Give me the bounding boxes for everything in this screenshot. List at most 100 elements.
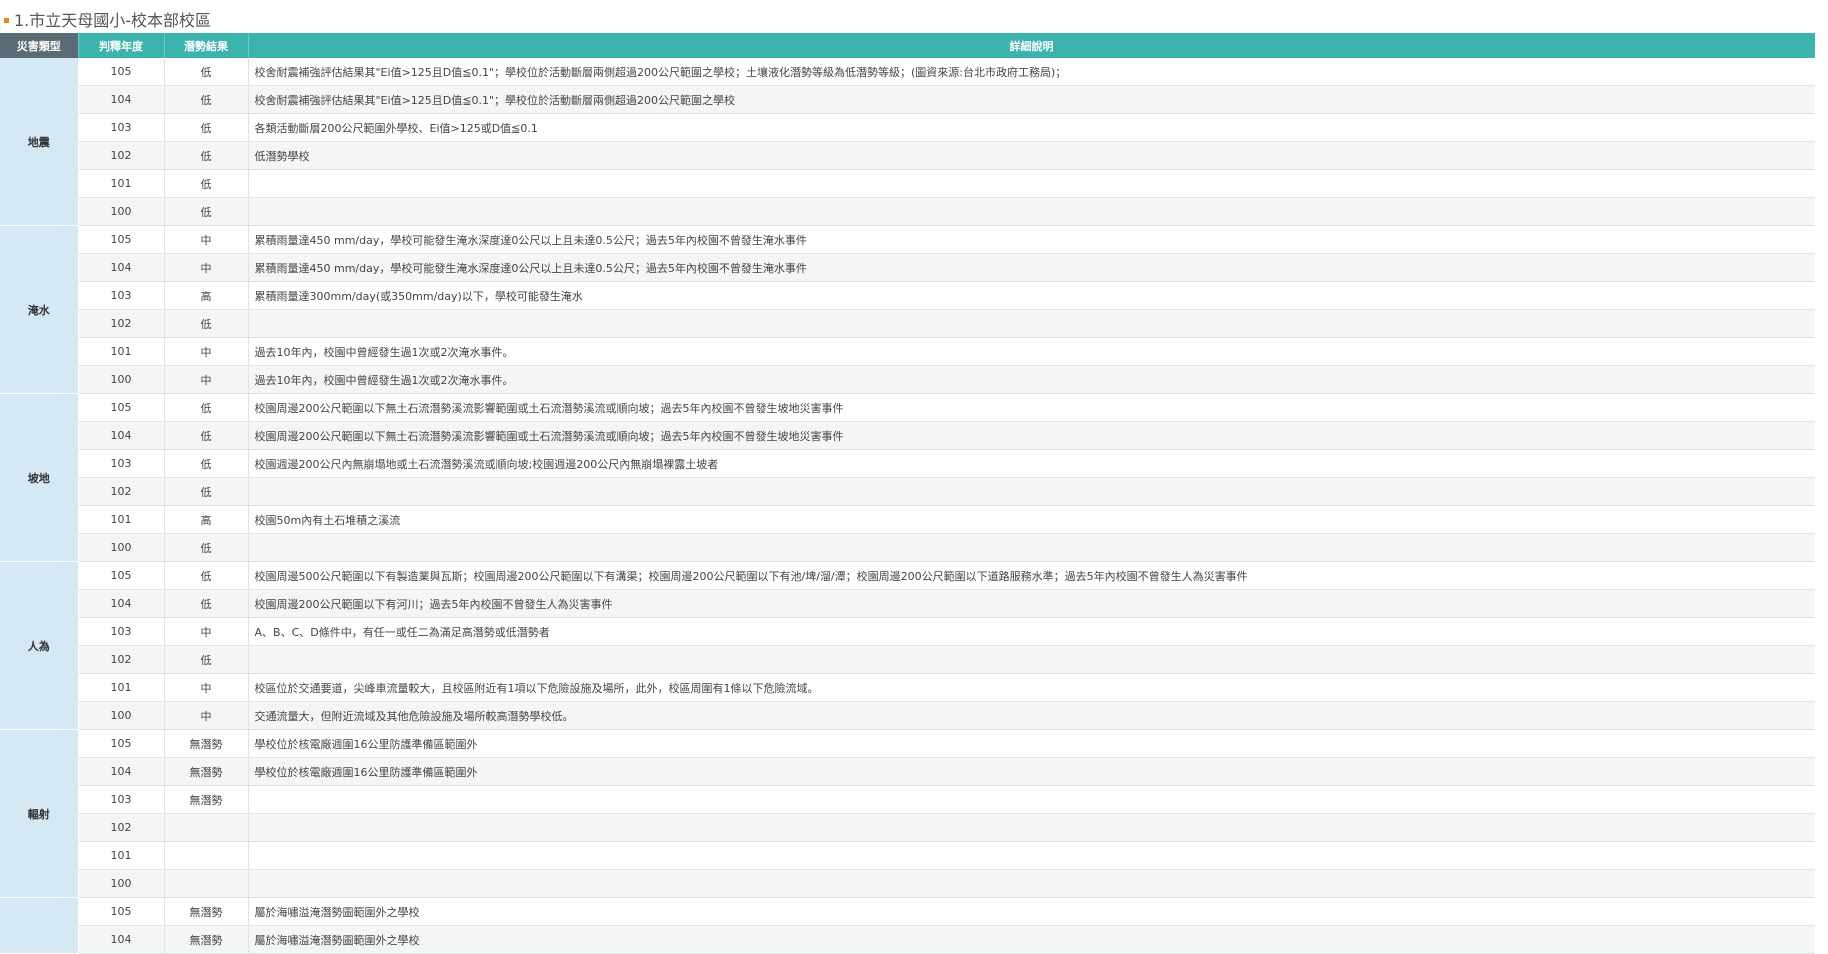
table-row: 105 無潛勢 屬於海嘯溢淹潛勢圖範圍外之學校 (0, 897, 1815, 954)
detail-cell (248, 813, 1815, 842)
table-row: 101 高校園50m內有土石堆積之溪流 (0, 505, 1815, 534)
header-hazard-type: 災害類型 (0, 33, 79, 58)
result-cell: 低 (164, 113, 249, 142)
result-cell: 無潛勢 (164, 729, 249, 758)
result-cell: 低 (164, 421, 249, 450)
table-row: 坡地 105 低校園周邊200公尺範圍以下無土石流潛勢溪流影響範圍或土石流潛勢溪流或… (0, 393, 1815, 562)
result-cell: 低 (164, 393, 249, 422)
table-row: 103 低各類活動斷層200公尺範圍外學校、Ei值>125或D值≦0.1 (0, 113, 1815, 142)
detail-cell: A、B、C、D條件中，有任一或任二為滿足高潛勢或低潛勢者 (248, 617, 1815, 646)
hazard-table-container: 災害類型 判釋年度 潛勢結果 詳細說明 地震 105 低校舍耐震補強評估結果其"Ei… (0, 33, 1815, 954)
year-cell: 102 (78, 813, 165, 842)
result-cell: 無潛勢 (164, 757, 249, 786)
year-cell: 100 (78, 533, 165, 562)
year-cell: 104 (78, 589, 165, 618)
hazard-type-cell: 淹水 (0, 225, 79, 394)
table-row: 102 低 (0, 309, 1815, 338)
result-cell: 低 (164, 589, 249, 618)
year-cell: 103 (78, 281, 165, 310)
table-row: 102 低 (0, 645, 1815, 674)
hazard-table: 災害類型 判釋年度 潛勢結果 詳細說明 地震 105 低校舍耐震補強評估結果其"Ei… (0, 33, 1815, 954)
table-row: 100 低 (0, 533, 1815, 562)
table-row: 100 低 (0, 197, 1815, 226)
table-row: 地震 105 低校舍耐震補強評估結果其"Ei值>125且D值≦0.1"；學校位於活動… (0, 58, 1815, 226)
detail-cell: 屬於海嘯溢淹潛勢圖範圍外之學校 (248, 897, 1815, 926)
result-cell: 低 (164, 169, 249, 198)
result-cell: 中 (164, 701, 249, 730)
year-cell: 100 (78, 197, 165, 226)
detail-cell (248, 309, 1815, 338)
result-cell: 低 (164, 85, 249, 114)
detail-cell: 校園周邊200公尺範圍以下無土石流潛勢溪流影響範圍或土石流潛勢溪流或順向坡；過去… (248, 421, 1815, 450)
table-row: 102 低低潛勢學校 (0, 141, 1815, 170)
year-cell: 100 (78, 701, 165, 730)
table-row: 100 中交通流量大，但附近流域及其他危險設施及場所較高潛勢學校低。 (0, 701, 1815, 730)
result-cell (164, 869, 249, 898)
table-row: 101 (0, 841, 1815, 870)
year-cell: 101 (78, 505, 165, 534)
year-cell: 103 (78, 449, 165, 478)
year-cell: 103 (78, 785, 165, 814)
detail-cell (248, 169, 1815, 198)
result-cell: 低 (164, 477, 249, 506)
detail-cell (248, 477, 1815, 506)
detail-cell: 交通流量大，但附近流域及其他危險設施及場所較高潛勢學校低。 (248, 701, 1815, 730)
year-cell: 105 (78, 393, 165, 422)
result-cell: 中 (164, 673, 249, 702)
result-cell: 低 (164, 309, 249, 338)
detail-cell: 低潛勢學校 (248, 141, 1815, 170)
detail-cell: 累積雨量達450 mm/day，學校可能發生淹水深度達0公尺以上且未達0.5公尺… (248, 253, 1815, 282)
year-cell: 105 (78, 225, 165, 254)
year-cell: 102 (78, 309, 165, 338)
table-row: 輻射 105 無潛勢 學校位於核電廠週圍16公里防護準備區範圍外 (0, 729, 1815, 898)
result-cell: 低 (164, 58, 249, 86)
table-row: 104 無潛勢 屬於海嘯溢淹潛勢圖範圍外之學校 (0, 925, 1815, 954)
detail-cell: 屬於海嘯溢淹潛勢圖範圍外之學校 (248, 925, 1815, 954)
result-cell: 無潛勢 (164, 925, 249, 954)
hazard-type-cell: 人為 (0, 561, 79, 730)
detail-cell (248, 841, 1815, 870)
table-row: 人為 105 低校園周邊500公尺範圍以下有製造業與瓦斯；校園周邊200公尺範圍以下… (0, 561, 1815, 730)
year-cell: 100 (78, 869, 165, 898)
year-cell: 105 (78, 729, 165, 758)
detail-cell: 校區位於交通要道，尖峰車流量較大，且校區附近有1項以下危險設施及場所，此外，校區… (248, 673, 1815, 702)
year-cell: 102 (78, 477, 165, 506)
table-row: 101 中過去10年內，校園中曾經發生過1次或2次淹水事件。 (0, 337, 1815, 366)
table-row: 102 (0, 813, 1815, 842)
year-cell: 101 (78, 673, 165, 702)
detail-cell (248, 645, 1815, 674)
year-cell: 103 (78, 113, 165, 142)
detail-cell: 校園週邊200公尺內無崩塌地或土石流潛勢溪流或順向坡;校園週邊200公尺內無崩塌… (248, 449, 1815, 478)
table-row: 101 中校區位於交通要道，尖峰車流量較大，且校區附近有1項以下危險設施及場所，此… (0, 673, 1815, 702)
detail-cell: 校園周邊200公尺範圍以下無土石流潛勢溪流影響範圍或土石流潛勢溪流或順向坡；過去… (248, 393, 1815, 422)
result-cell: 中 (164, 225, 249, 254)
table-row: 103 無潛勢 (0, 785, 1815, 814)
result-cell: 低 (164, 533, 249, 562)
detail-cell: 校園周邊500公尺範圍以下有製造業與瓦斯；校園周邊200公尺範圍以下有溝渠；校園… (248, 561, 1815, 590)
detail-cell: 各類活動斷層200公尺範圍外學校、Ei值>125或D值≦0.1 (248, 113, 1815, 142)
table-row: 104 無潛勢 學校位於核電廠週圍16公里防護準備區範圍外 (0, 757, 1815, 786)
result-cell: 中 (164, 253, 249, 282)
result-cell: 中 (164, 617, 249, 646)
hazard-type-cell: 地震 (0, 58, 79, 226)
table-row: 104 低校園周邊200公尺範圍以下有河川；過去5年內校園不曾發生人為災害事件 (0, 589, 1815, 618)
year-cell: 104 (78, 421, 165, 450)
header-row: 災害類型 判釋年度 潛勢結果 詳細說明 (0, 33, 1815, 58)
table-row: 102 低 (0, 477, 1815, 506)
year-cell: 102 (78, 141, 165, 170)
detail-cell: 累積雨量達300mm/day(或350mm/day)以下，學校可能發生淹水 (248, 281, 1815, 310)
year-cell: 104 (78, 85, 165, 114)
detail-cell: 校舍耐震補強評估結果其"Ei值>125且D值≦0.1"；學校位於活動斷層兩側超過… (248, 58, 1815, 86)
result-cell: 低 (164, 561, 249, 590)
table-row: 100 中過去10年內，校園中曾經發生過1次或2次淹水事件。 (0, 365, 1815, 394)
table-row: 103 低校園週邊200公尺內無崩塌地或土石流潛勢溪流或順向坡;校園週邊200公尺… (0, 449, 1815, 478)
result-cell: 低 (164, 645, 249, 674)
hazard-type-cell: 坡地 (0, 393, 79, 562)
hazard-type-cell (0, 897, 79, 954)
year-cell: 101 (78, 169, 165, 198)
year-cell: 104 (78, 925, 165, 954)
header-detail: 詳細說明 (248, 33, 1815, 58)
detail-cell (248, 197, 1815, 226)
table-row: 淹水 105 中累積雨量達450 mm/day，學校可能發生淹水深度達0公尺以上且未… (0, 225, 1815, 394)
section-title: 1.市立天母國小-校本部校區 (4, 6, 211, 32)
